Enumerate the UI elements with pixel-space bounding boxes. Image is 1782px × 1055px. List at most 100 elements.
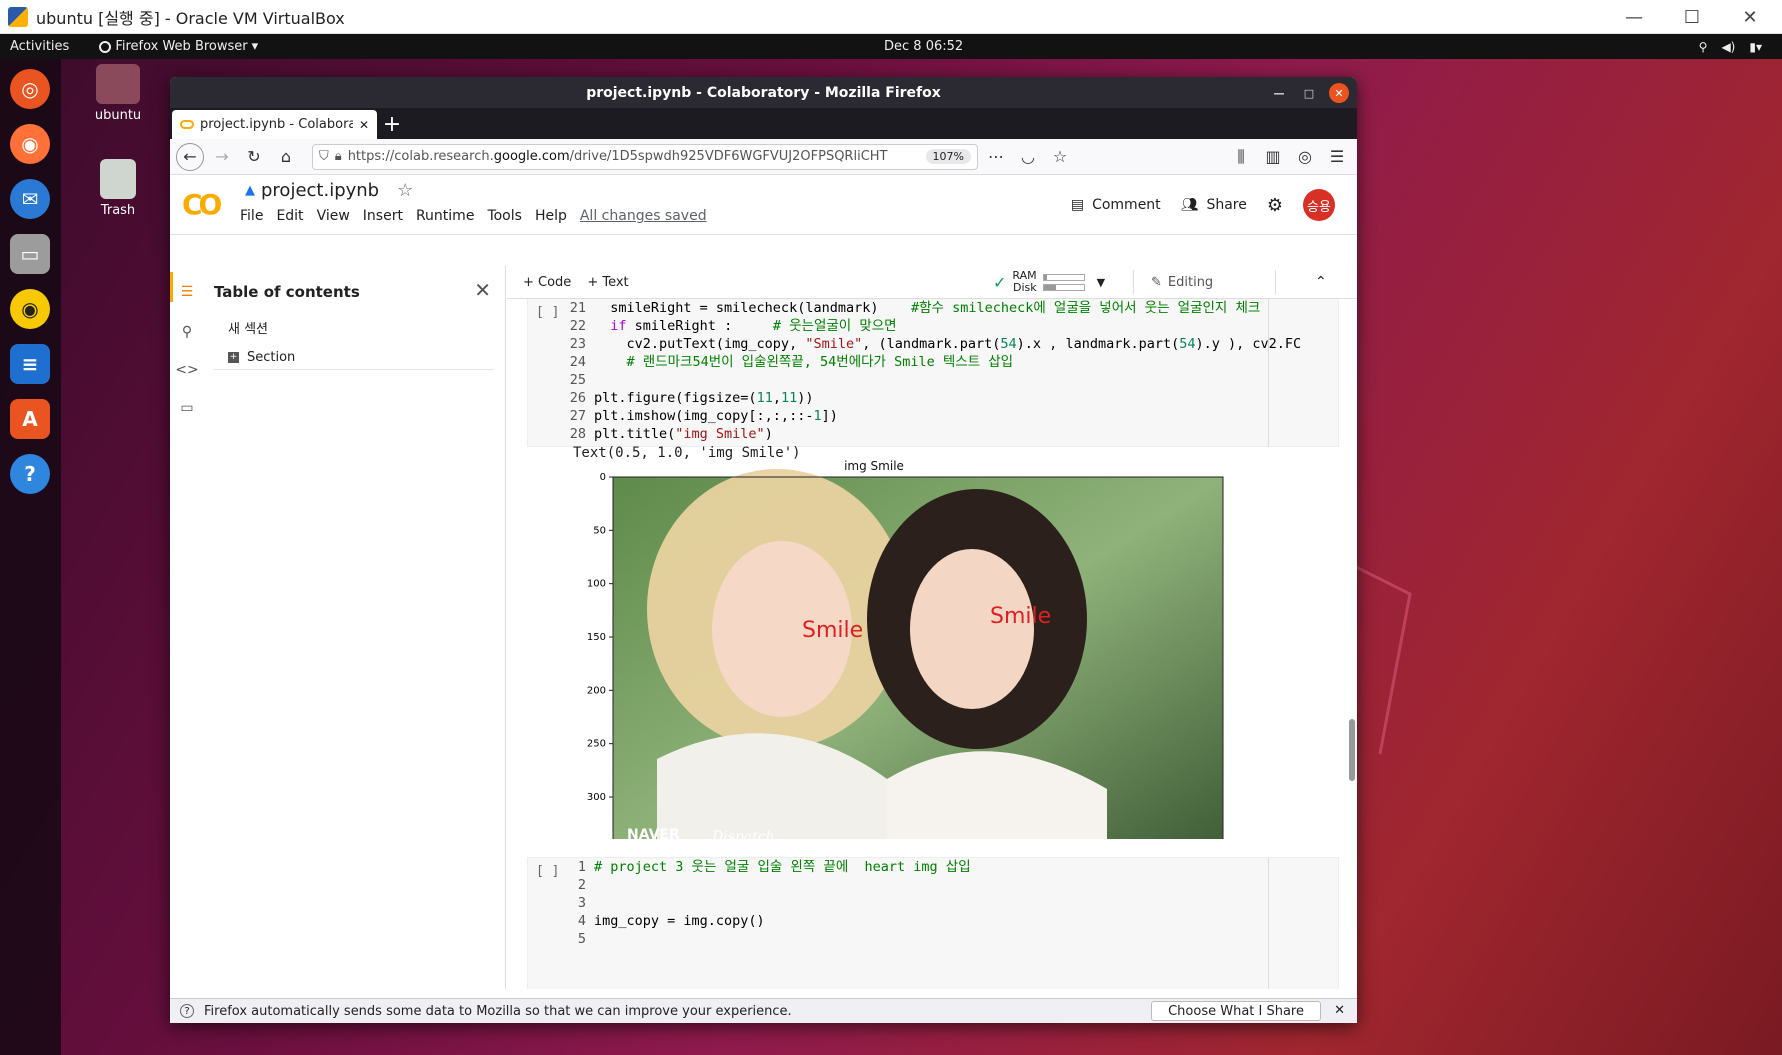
sidebar-toggle-icon[interactable]: ▥ (1259, 143, 1287, 171)
toc-icon[interactable]: ☰ (177, 282, 197, 302)
share-button[interactable]: 👥︎ Share (1181, 197, 1247, 213)
new-tab-button[interactable]: + (377, 110, 407, 139)
code-line[interactable]: 25 (564, 371, 1301, 389)
window-maximize-icon[interactable]: □ (1299, 83, 1319, 103)
window-minimize-icon[interactable]: — (1269, 83, 1289, 103)
line-text: # 랜드마크54번이 입술왼쪽끝, 54번에다가 Smile 텍스트 삽입 (626, 354, 1014, 370)
home-button[interactable]: ⌂ (272, 143, 300, 171)
menu-help[interactable]: Help (535, 208, 567, 224)
url-bar[interactable]: ⛉ 🔒︎ https://colab.research.google.com/d… (312, 143, 978, 170)
expand-plus-icon[interactable]: + (228, 352, 239, 363)
line-text: if smileRight : # 웃는얼굴이 맞으면 (610, 318, 897, 334)
menu-tools[interactable]: Tools (487, 208, 522, 224)
notebook-title[interactable]: project.ipynb (261, 180, 379, 201)
firefox-icon[interactable]: ◉ (10, 124, 50, 164)
ubuntu-icon[interactable]: ◎ (10, 69, 50, 109)
writer-icon[interactable]: ≡ (10, 344, 50, 384)
toc-item-section[interactable]: + Section (228, 350, 295, 365)
y-tick-label: 50 (593, 525, 606, 536)
more-actions-icon[interactable]: ⋯ (982, 143, 1010, 171)
minimize-button[interactable]: — (1602, 0, 1666, 34)
code-line[interactable]: 26 plt.figure(figsize=(11,11)) (564, 389, 1301, 407)
menu-view[interactable]: View (317, 208, 350, 224)
zoom-level[interactable]: 107% (925, 149, 971, 164)
window-close-icon[interactable]: ✕ (1329, 83, 1349, 103)
code-line[interactable]: 22 if smileRight : # 웃는얼굴이 맞으면 (564, 317, 1301, 335)
back-button[interactable]: ← (176, 142, 204, 171)
browser-tab[interactable]: project.ipynb - Colaborat ✕ (172, 110, 377, 139)
account-icon[interactable]: ◎ (1291, 143, 1319, 171)
clock[interactable]: Dec 8 06:52 (884, 39, 963, 54)
activities-button[interactable]: Activities (10, 39, 69, 54)
hamburger-menu-icon[interactable]: ☰ (1323, 143, 1351, 171)
editing-mode[interactable]: ✎ Editing (1151, 275, 1213, 290)
software-icon[interactable]: A (10, 399, 50, 439)
close-icon[interactable]: ✕ (1334, 1003, 1345, 1018)
shield-icon[interactable]: ⛉ (319, 149, 329, 164)
menu-runtime[interactable]: Runtime (416, 208, 474, 224)
add-text-button[interactable]: + Text (587, 275, 628, 290)
code-editor[interactable]: 21 smileRight = smilecheck(landmark) #함수… (564, 299, 1301, 443)
help-icon[interactable]: ? (10, 454, 50, 494)
dock: ◎ ◉ ✉ ▭ ◉ ≡ A ? (0, 59, 61, 1055)
chevron-down-icon[interactable]: ▼ (1097, 276, 1105, 289)
code-line[interactable]: 2 (564, 876, 971, 894)
resources-indicator[interactable]: ✓ RAM Disk ▼ (993, 270, 1105, 294)
reload-button[interactable]: ↻ (240, 143, 268, 171)
library-icon[interactable]: ⫼ (1227, 143, 1255, 171)
code-cell[interactable]: [ ] 1 # project 3 웃는 얼굴 입술 왼쪽 끝에 heart im… (527, 857, 1339, 989)
menu-edit[interactable]: Edit (276, 208, 303, 224)
line-text: # project 3 웃는 얼굴 입술 왼쪽 끝에 heart img 삽입 (594, 859, 971, 875)
y-tick-label: 200 (587, 685, 606, 696)
line-number: 5 (577, 931, 586, 947)
code-line[interactable]: 5 (564, 930, 971, 948)
forward-button[interactable]: → (208, 143, 236, 171)
code-snippets-icon[interactable]: <> (175, 360, 198, 380)
star-icon[interactable]: ☆ (397, 180, 413, 201)
menu-bar: File Edit View Insert Runtime Tools Help… (240, 208, 707, 224)
trash-icon[interactable]: Trash (78, 159, 158, 218)
run-cell-button[interactable]: [ ] (536, 305, 559, 320)
home-folder-icon[interactable]: ubuntu (78, 64, 158, 123)
scrollbar[interactable] (1349, 719, 1355, 781)
code-line[interactable]: 27 plt.imshow(img_copy[:,:,::-1]) (564, 407, 1301, 425)
settings-gear-icon[interactable]: ⚙ (1267, 195, 1283, 216)
maximize-button[interactable]: ☐ (1660, 0, 1724, 34)
toc-item-new-section[interactable]: 새 섹션 (228, 318, 268, 337)
app-menu[interactable]: Firefox Web Browser ▾ (99, 39, 258, 54)
virtualbox-icon (8, 6, 28, 27)
code-line[interactable]: 1 # project 3 웃는 얼굴 입술 왼쪽 끝에 heart img 삽입 (564, 858, 971, 876)
run-cell-button[interactable]: [ ] (536, 864, 559, 879)
code-line[interactable]: 28 plt.title("img Smile") (564, 425, 1301, 443)
line-text: cv2.putText(img_copy, "Smile", (landmark… (594, 336, 1302, 352)
pocket-icon[interactable]: ◡ (1014, 143, 1042, 171)
code-editor[interactable]: 1 # project 3 웃는 얼굴 입술 왼쪽 끝에 heart img 삽입… (564, 858, 971, 948)
files-icon[interactable]: ▭ (10, 234, 50, 274)
thunderbird-icon[interactable]: ✉ (10, 179, 50, 219)
code-line[interactable]: 3 (564, 894, 971, 912)
tab-close-icon[interactable]: ✕ (359, 118, 369, 132)
line-number: 3 (577, 895, 586, 911)
files-folder-icon[interactable]: ▭ (177, 398, 197, 418)
avatar[interactable]: 승용 (1303, 189, 1335, 221)
menu-file[interactable]: File (240, 208, 263, 224)
search-icon[interactable]: ⚲ (177, 322, 197, 342)
save-status[interactable]: All changes saved (580, 208, 707, 224)
menu-insert[interactable]: Insert (363, 208, 403, 224)
rhythmbox-icon[interactable]: ◉ (10, 289, 50, 329)
code-line[interactable]: 21 smileRight = smilecheck(landmark) #함수… (564, 299, 1301, 317)
code-line[interactable]: 4 img_copy = img.copy() (564, 912, 971, 930)
add-code-button[interactable]: + Code (523, 275, 571, 290)
code-line[interactable]: 24 # 랜드마크54번이 입술왼쪽끝, 54번에다가 Smile 텍스트 삽입 (564, 353, 1301, 371)
close-button[interactable]: ✕ (1718, 0, 1782, 34)
choose-what-i-share-button[interactable]: Choose What I Share (1151, 1001, 1321, 1021)
lock-icon[interactable]: 🔒︎ (335, 149, 342, 164)
code-cell[interactable]: [ ] 21 smileRight = smilecheck(landmark)… (527, 299, 1339, 447)
comment-button[interactable]: ▤ Comment (1071, 197, 1161, 213)
bookmark-star-icon[interactable]: ☆ (1046, 143, 1074, 171)
system-tray[interactable]: ⚲ ◀) ▮▾ (1699, 40, 1762, 54)
collapse-header-icon[interactable]: ⌃ (1315, 274, 1327, 290)
code-line[interactable]: 23 cv2.putText(img_copy, "Smile", (landm… (564, 335, 1301, 353)
close-icon[interactable]: ✕ (474, 278, 491, 302)
colab-logo[interactable]: CO (182, 188, 226, 221)
